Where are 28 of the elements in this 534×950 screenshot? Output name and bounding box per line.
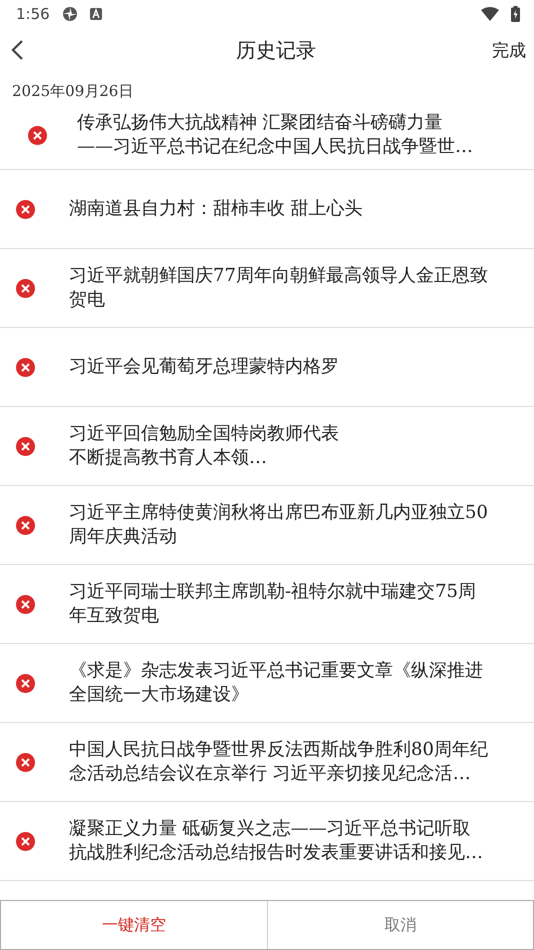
delete-icon[interactable] [16,436,35,456]
history-title[interactable]: 习近平同瑞士联邦主席凯勒-祖特尔就中瑞建交75周 年互致贺电 [69,580,476,628]
delete-icon[interactable] [16,278,35,298]
wifi-icon [481,7,499,21]
history-title[interactable]: 湖南道县自力村：甜柿丰收 甜上心头 [69,197,363,221]
delete-icon[interactable] [16,832,35,850]
delete-icon[interactable] [16,200,35,218]
history-title[interactable]: 习近平回信勉励全国特岗教师代表 不断提高教书育人本领… [69,422,339,470]
delete-icon[interactable] [16,516,35,534]
keyboard-a-icon [90,8,102,20]
history-title[interactable]: 中国人民抗日战争暨世界反法西斯战争胜利80周年纪 念活动总结会议在京举行 习近平亲切接见纪念活… [69,738,488,786]
battery-icon [511,6,520,22]
status-time: 1:56 [16,5,50,23]
page-title: 历史记录 [235,36,317,64]
history-title[interactable]: 习近平会见葡萄牙总理蒙特内格罗 [69,355,339,379]
done-button[interactable]: 完成 [492,38,526,62]
delete-icon[interactable] [16,358,35,376]
history-title[interactable]: 《求是》杂志发表习近平总书记重要文章《纵深推进 全国统一大市场建设》 [69,659,483,707]
delete-icon[interactable] [16,674,35,692]
delete-icon[interactable] [16,752,35,772]
history-title[interactable]: 凝聚正义力量 砥砺复兴之志——习近平总书记听取 抗战胜利纪念活动总结报告时发表重要讲话和接见… [69,817,483,865]
delete-icon[interactable] [16,594,35,614]
history-title[interactable]: 传承弘扬伟大抗战精神 汇聚团结奋斗磅礴力量 ——习近平总书记在纪念中国人民抗日战争暨世… [77,111,473,159]
history-title[interactable]: 习近平主席特使黄润秋将出席巴布亚新几内亚独立50 周年庆典活动 [69,501,488,549]
date-label: 2025年09月26日 [11,81,134,101]
pinwheel-icon [62,6,78,22]
delete-icon[interactable] [28,126,47,144]
history-title[interactable]: 习近平就朝鲜国庆77周年向朝鲜最高领导人金正恩致 贺电 [69,264,488,312]
